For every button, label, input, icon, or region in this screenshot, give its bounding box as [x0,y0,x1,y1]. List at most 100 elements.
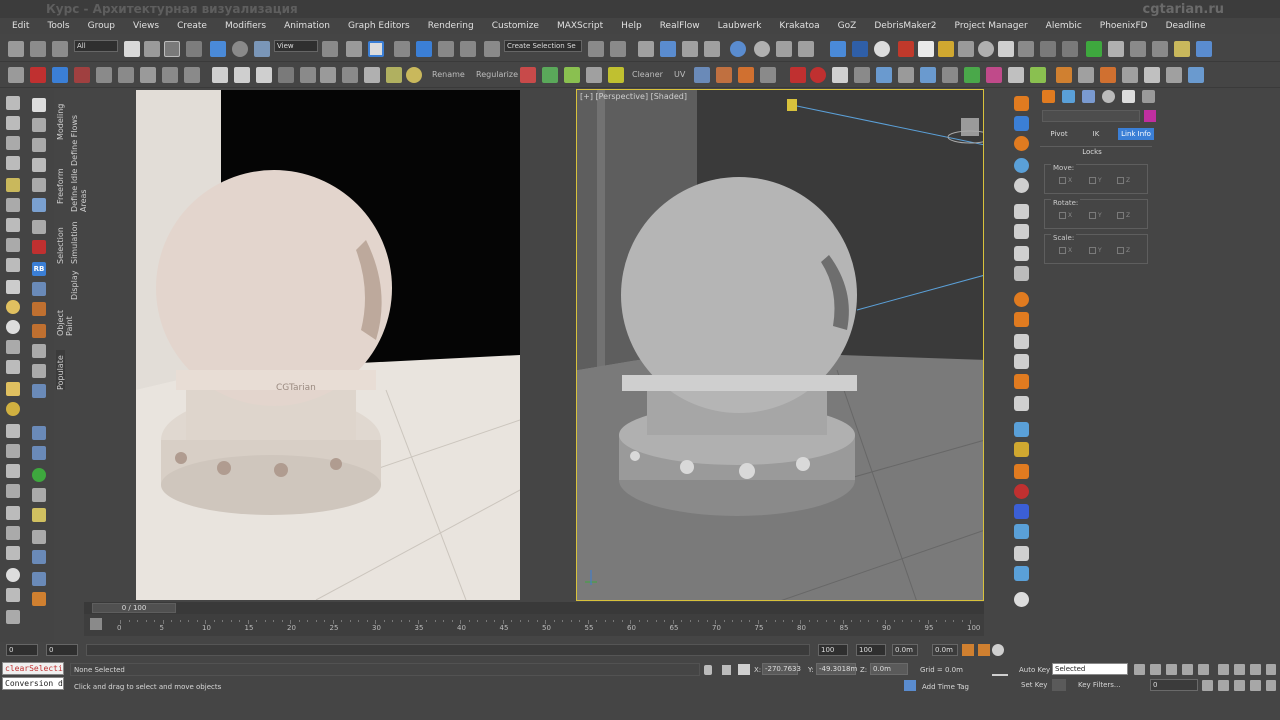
tool-g-icon[interactable] [140,67,156,83]
time-slider-thumb[interactable]: 0 / 100 [92,603,176,613]
tool-aq-icon[interactable] [1166,67,1182,83]
left-tool-1-icon[interactable] [6,96,20,110]
render-viewport[interactable]: CGTarian [136,90,520,600]
key-filters-button[interactable]: Key Filters... [1078,681,1121,689]
tool-ag-icon[interactable] [920,67,936,83]
plugin-strip-8-icon[interactable] [1014,334,1029,349]
next-frame-icon[interactable] [1182,664,1193,675]
tool-an-icon[interactable] [1078,67,1094,83]
sphere-icon[interactable] [978,41,994,57]
tool-m-icon[interactable] [278,67,294,83]
left-tool-19-icon[interactable] [6,464,20,478]
curve-editor-icon[interactable] [704,41,720,57]
plugin-strip-5-icon[interactable] [1014,178,1029,193]
plugin-strip-19-icon[interactable] [1014,566,1029,581]
rename-button[interactable]: Rename [432,70,465,79]
menu-realflow[interactable]: RealFlow [660,21,700,31]
menu-debrismaker[interactable]: DebrisMaker2 [874,21,936,31]
left-tool-23-icon[interactable] [6,546,20,560]
left-tool-22-icon[interactable] [6,526,20,540]
zoom-icon[interactable] [1218,664,1229,675]
viewport-label[interactable]: [+] [Perspective] [Shaded] [580,92,687,101]
rendered-frame-window-icon[interactable] [798,41,814,57]
z-coord-field[interactable]: 0.0m [870,663,908,675]
layer-manager-icon[interactable] [638,41,654,57]
tool-t-icon[interactable] [542,67,558,83]
plugin-strip-17-icon[interactable] [1014,524,1029,539]
zoom-field-1[interactable]: 0.0m [892,644,918,656]
left-tool-16-icon[interactable] [6,402,20,416]
prev-frame-icon[interactable] [1150,664,1161,675]
plugin-e-icon[interactable] [1130,41,1146,57]
left-tool-4-icon[interactable] [6,156,20,170]
time-slider[interactable]: 0 / 100 [84,602,984,614]
move-y-checkbox[interactable] [1089,177,1096,184]
render-production-icon[interactable] [830,41,846,57]
left-tool-b2-icon[interactable] [32,138,46,152]
create-tab-icon[interactable] [1042,90,1055,103]
align-icon[interactable] [610,41,626,57]
left-tool-b9-icon[interactable] [32,302,46,316]
object-color-swatch[interactable] [1144,110,1156,122]
pause-icon[interactable] [1014,224,1029,239]
tab-modeling[interactable]: Modeling [56,100,65,140]
plugin-a-icon[interactable] [1040,41,1056,57]
key-mode-icon[interactable] [962,644,974,656]
tool-ak-icon[interactable] [1008,67,1024,83]
menu-laubwerk[interactable]: Laubwerk [718,21,762,31]
left-tool-11-icon[interactable] [6,300,20,314]
tool-af-icon[interactable] [898,67,914,83]
vrscene-icon[interactable] [998,41,1014,57]
end-frame-spinner[interactable]: 0 [46,644,78,656]
scale-x-checkbox[interactable] [1059,247,1066,254]
menu-tools[interactable]: Tools [47,21,69,31]
tool-ap-icon[interactable] [1144,67,1160,83]
left-tool-b3-icon[interactable] [32,158,46,172]
menu-customize[interactable]: Customize [492,21,539,31]
tool-p-icon[interactable] [364,67,380,83]
add-time-tag-button[interactable]: Add Time Tag [922,683,969,691]
pan-icon[interactable] [1218,680,1229,691]
sun-icon[interactable] [938,41,954,57]
reference-coordinate-dropdown[interactable]: View [274,40,318,52]
left-tool-b21-icon[interactable] [32,572,46,586]
vray-frame-buffer-icon[interactable] [898,41,914,57]
tool-al-icon[interactable] [1030,67,1046,83]
left-tool-b12-icon[interactable] [32,364,46,378]
utilities-tab-icon[interactable] [1142,90,1155,103]
regularize-button[interactable]: Regularize [476,70,518,79]
left-tool-8-icon[interactable] [6,238,20,252]
motion-tab-icon[interactable] [1102,90,1115,103]
tool-j-icon[interactable] [212,67,228,83]
plugin-strip-12-icon[interactable] [1014,422,1029,437]
set-key-button[interactable]: Set Key [1021,681,1047,689]
window-crossing-icon[interactable] [186,41,202,57]
left-tool-b6-icon[interactable] [32,220,46,234]
rotate-x-checkbox[interactable] [1059,212,1066,219]
plugin-strip-3-icon[interactable] [1014,136,1029,151]
left-tool-13-icon[interactable] [6,340,20,354]
isolate-icon[interactable] [722,665,731,675]
field-of-view-icon[interactable] [1250,680,1261,691]
light-gizmo[interactable] [787,99,797,111]
y-coord-field[interactable]: -49.3018m [816,663,857,675]
tool-n-icon[interactable] [300,67,316,83]
absolute-mode-icon[interactable] [738,664,750,675]
unlink-icon[interactable] [30,41,46,57]
orbit-icon[interactable] [1234,680,1245,691]
zoom-extents-icon[interactable] [1250,664,1261,675]
menu-alembic[interactable]: Alembic [1046,21,1082,31]
menu-help[interactable]: Help [621,21,642,31]
play-animation-icon[interactable] [1166,664,1177,675]
plugin-strip-14-icon[interactable] [1014,464,1029,479]
plugin-strip-2-icon[interactable] [1014,116,1029,131]
tab-simulation[interactable]: Simulation [70,214,79,264]
tool-am-icon[interactable] [1056,67,1072,83]
left-tool-12-icon[interactable] [6,320,20,334]
left-tool-b4-icon[interactable] [32,178,46,192]
select-object-icon[interactable] [124,41,140,57]
left-tool-b1-icon[interactable] [32,118,46,132]
left-tool-2-icon[interactable] [6,116,20,130]
goto-start-icon[interactable] [1134,664,1145,675]
schematic-view-icon[interactable] [730,41,746,57]
